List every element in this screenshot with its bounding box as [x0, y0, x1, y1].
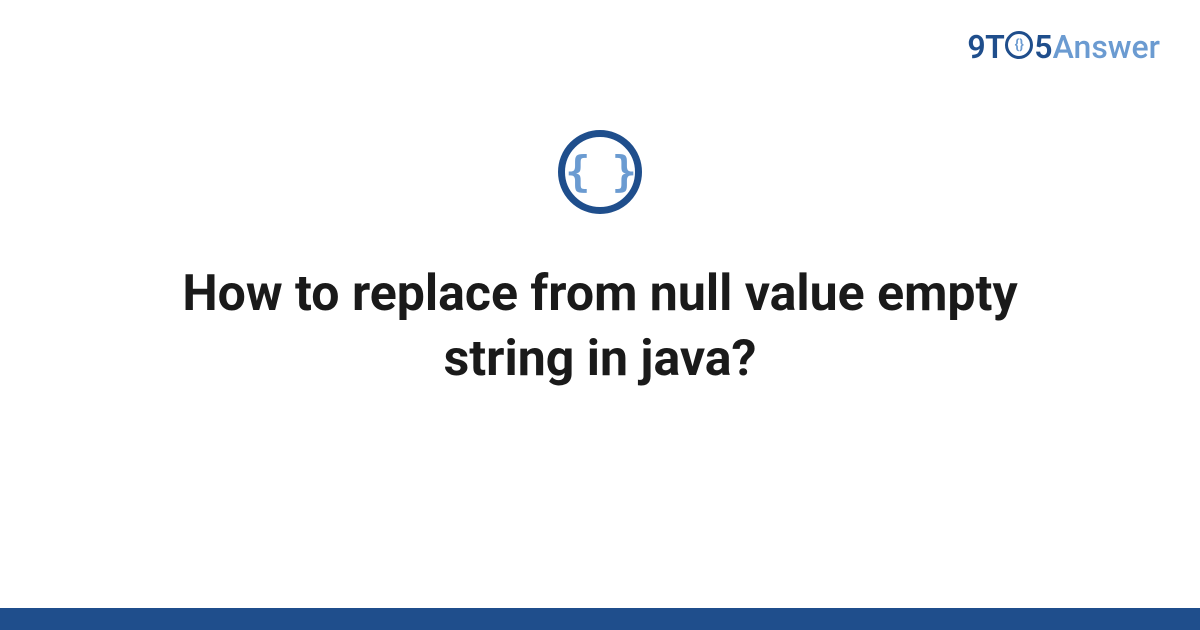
footer-bar	[0, 608, 1200, 630]
topic-icon-circle: { }	[558, 130, 642, 214]
logo-word: Answer	[1053, 28, 1160, 66]
site-logo: 9T {} 5 Answer	[967, 28, 1160, 66]
logo-suffix: 5	[1034, 28, 1052, 66]
logo-o-circle: {}	[1005, 31, 1033, 59]
braces-icon: { }	[565, 151, 635, 193]
main-content: { } How to replace from null value empty…	[0, 130, 1200, 392]
logo-prefix: 9T	[967, 28, 1004, 66]
logo-o-braces-icon: {}	[1015, 38, 1024, 52]
page-title: How to replace from null value empty str…	[150, 262, 1050, 392]
